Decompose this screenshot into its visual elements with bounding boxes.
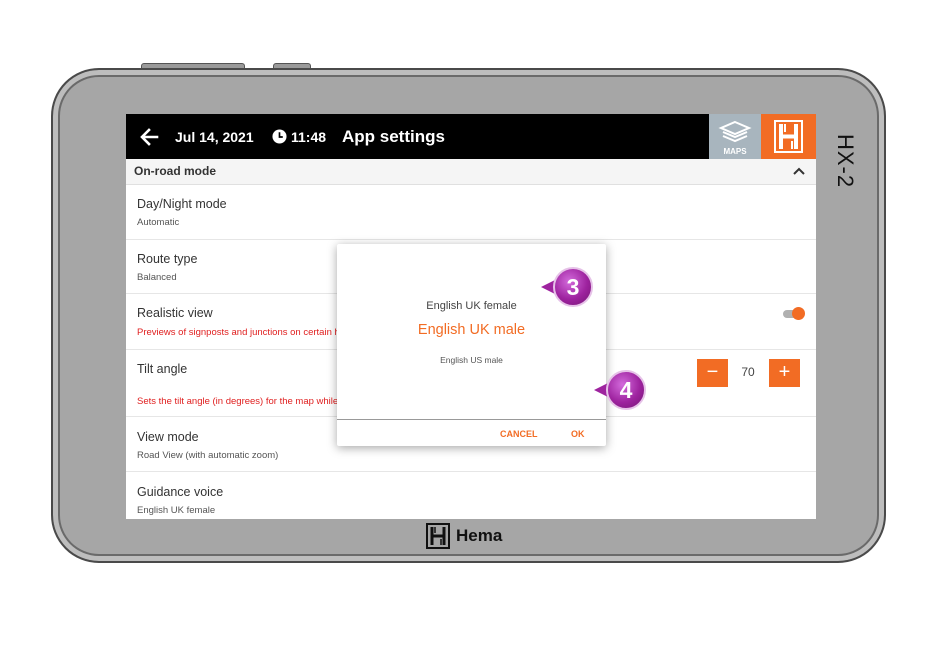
- callout-3: 3: [553, 267, 593, 307]
- layers-icon: [718, 120, 752, 143]
- maps-button[interactable]: MAPS: [709, 114, 761, 159]
- dialog-divider: [337, 419, 606, 420]
- clock-icon: [272, 129, 287, 144]
- dialog-overlay: English UK female English UK male Englis…: [126, 159, 816, 519]
- date-label: Jul 14, 2021: [175, 129, 254, 145]
- callout-4: 4: [606, 370, 646, 410]
- ok-button[interactable]: OK: [571, 429, 585, 439]
- device-model-label: HX-2: [833, 134, 858, 189]
- back-arrow-icon[interactable]: [138, 126, 160, 148]
- page-title: App settings: [342, 127, 445, 146]
- maps-label: MAPS: [723, 147, 747, 156]
- top-bar: Jul 14, 2021 11:48 App settings MAPS: [126, 114, 816, 159]
- hema-menu-button[interactable]: [761, 114, 816, 159]
- hema-logo-icon: [774, 120, 803, 153]
- brand-name: Hema: [456, 526, 503, 545]
- time-label: 11:48: [291, 129, 327, 145]
- voice-option-us-male[interactable]: English US male: [337, 355, 606, 365]
- cancel-button[interactable]: CANCEL: [500, 429, 538, 439]
- screen: Jul 14, 2021 11:48 App settings MAPS On-…: [126, 114, 816, 519]
- voice-option-uk-male[interactable]: English UK male: [337, 322, 606, 338]
- device-brand: Hema: [426, 522, 502, 550]
- hema-logo-icon: [426, 523, 450, 549]
